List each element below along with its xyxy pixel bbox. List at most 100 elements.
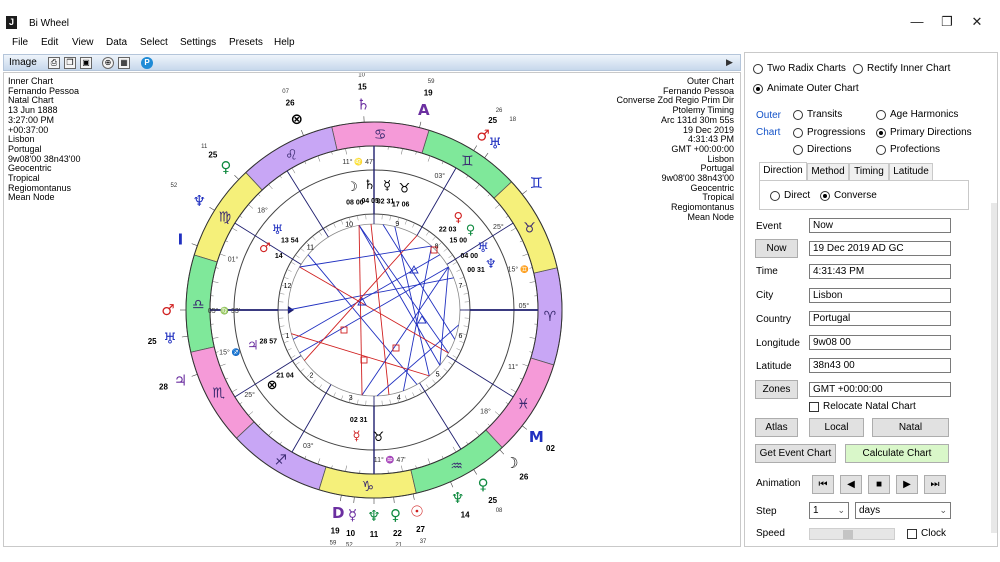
skip-back-button[interactable]: ⏮ xyxy=(812,475,834,494)
panel-scrollbar[interactable] xyxy=(991,203,997,533)
menu-data[interactable]: Data xyxy=(106,37,127,48)
time-field[interactable]: 4:31:43 PM xyxy=(809,264,951,279)
profections-radio[interactable]: Profections xyxy=(876,144,940,155)
degree-tick xyxy=(522,363,529,367)
clock-checkbox[interactable]: Clock xyxy=(907,528,946,539)
zodiac-sign-glyph: ♒ xyxy=(450,458,463,474)
zone-field[interactable]: GMT +00:00:00 xyxy=(809,382,951,397)
copy-icon[interactable]: ❐ xyxy=(64,57,76,69)
inner-planet-glyph: ♅ xyxy=(477,241,489,256)
outer-planet-degree: 19 xyxy=(331,527,340,536)
house-number: 7 xyxy=(459,283,463,290)
latitude-field[interactable]: 38n43 00 xyxy=(809,358,951,373)
menu-help[interactable]: Help xyxy=(274,37,295,48)
step-back-button[interactable]: ◀ xyxy=(840,475,862,494)
minimize-button[interactable]: — xyxy=(907,14,927,30)
two-radix-radio[interactable]: Two Radix Charts xyxy=(753,63,846,74)
menu-edit[interactable]: Edit xyxy=(41,37,58,48)
inner-planet-glyph: ♄ xyxy=(364,178,376,193)
close-button[interactable]: ✕ xyxy=(967,14,987,30)
bi-wheel-window: J Bi Wheel — ❐ ✕ File Edit View Data Sel… xyxy=(0,0,1000,562)
house-number: 9 xyxy=(395,221,399,228)
date-field[interactable]: 19 Dec 2019 AD GC xyxy=(809,241,951,256)
progressions-radio[interactable]: Progressions xyxy=(793,127,865,138)
now-button[interactable]: Now xyxy=(755,239,798,258)
tab-direction[interactable]: Direction xyxy=(759,162,807,180)
outer-planet-tick xyxy=(301,130,304,136)
menu-settings[interactable]: Settings xyxy=(180,37,216,48)
degree-tick xyxy=(441,455,444,459)
degree-tick xyxy=(475,430,480,436)
degree-tick xyxy=(212,281,219,283)
degree-tick xyxy=(522,253,529,257)
degree-tick xyxy=(519,240,523,243)
speed-slider-thumb[interactable] xyxy=(843,530,853,539)
primary-directions-radio[interactable]: Primary Directions xyxy=(876,127,972,138)
outer-planet-glyph: D xyxy=(332,504,344,522)
house-number: 3 xyxy=(349,395,353,402)
outer-planet-glyph: I xyxy=(178,231,184,249)
menu-view[interactable]: View xyxy=(72,37,94,48)
print-icon[interactable]: ⎙ xyxy=(48,57,60,69)
inner-planet-glyph: ♉ xyxy=(373,430,385,445)
get-event-chart-button[interactable]: Get Event Chart xyxy=(755,444,836,463)
natal-button[interactable]: Natal xyxy=(872,418,949,437)
outer-planet-minutes: 11 xyxy=(201,144,208,150)
outer-planet-minutes: 18 xyxy=(509,117,516,123)
converse-radio[interactable]: Converse xyxy=(820,190,877,201)
step-forward-button[interactable]: ▶ xyxy=(896,475,918,494)
event-field[interactable]: Now xyxy=(809,218,951,233)
outer-planet-tick xyxy=(353,496,355,503)
menu-file[interactable]: File xyxy=(12,37,28,48)
city-field[interactable]: Lisbon xyxy=(809,288,951,303)
calculate-chart-button[interactable]: Calculate Chart xyxy=(845,444,949,463)
menu-select[interactable]: Select xyxy=(140,37,168,48)
step-unit-select[interactable]: days ⌄ xyxy=(855,502,951,519)
degree-tick xyxy=(317,155,321,162)
age-harmonics-radio[interactable]: Age Harmonics xyxy=(876,109,958,120)
animate-outer-radio[interactable]: Animate Outer Chart xyxy=(753,83,859,94)
outer-planet-tick xyxy=(181,335,188,338)
event-label: Event xyxy=(756,221,782,232)
speed-slider[interactable] xyxy=(809,528,895,540)
rectify-inner-radio[interactable]: Rectify Inner Chart xyxy=(853,63,950,74)
save-icon[interactable]: ▣ xyxy=(80,57,92,69)
outer-planet-degree: 11 xyxy=(370,530,379,539)
tab-timing[interactable]: Timing xyxy=(849,163,889,180)
skip-forward-button[interactable]: ⏭ xyxy=(924,475,946,494)
grid-icon[interactable]: ▦ xyxy=(118,57,130,69)
degree-tick xyxy=(317,458,321,465)
tab-latitude[interactable]: Latitude xyxy=(889,163,933,180)
direct-radio[interactable]: Direct xyxy=(770,190,810,201)
atlas-button[interactable]: Atlas xyxy=(755,418,798,437)
longitude-field[interactable]: 9w08 00 xyxy=(809,335,951,350)
country-field[interactable]: Portugal xyxy=(809,311,951,326)
relocate-natal-checkbox[interactable]: Relocate Natal Chart xyxy=(809,401,916,412)
expand-arrow-icon[interactable]: ▶ xyxy=(726,57,733,68)
zones-button[interactable]: Zones xyxy=(755,380,798,399)
outer-planet-degree: 15 xyxy=(358,82,367,91)
tab-method[interactable]: Method xyxy=(807,163,849,180)
degree-tick xyxy=(452,446,457,453)
p-icon[interactable]: P xyxy=(141,57,153,69)
house-number: 11 xyxy=(307,244,314,251)
degree-tick xyxy=(529,337,536,339)
compass-icon[interactable]: ⊕ xyxy=(102,57,114,69)
step-select[interactable]: 1 ⌄ xyxy=(809,502,849,519)
degree-tick xyxy=(248,411,254,416)
outer-planet-tick xyxy=(473,469,478,475)
outer-planet-glyph: ⊗ xyxy=(291,110,304,128)
degree-tick xyxy=(304,455,307,459)
transits-radio[interactable]: Transits xyxy=(793,109,842,120)
degree-tick xyxy=(401,465,403,472)
local-button[interactable]: Local xyxy=(809,418,864,437)
restore-button[interactable]: ❐ xyxy=(937,14,957,30)
cusp-degree-label: 03° xyxy=(434,172,445,180)
image-menu-button[interactable]: Image xyxy=(9,57,37,68)
toolbar: Image ⎙ ❐ ▣ ⊕ ▦ P ▶ xyxy=(3,54,741,71)
outer-planet-glyph: ♂ xyxy=(161,301,174,319)
house-number: 12 xyxy=(284,283,292,290)
directions-radio[interactable]: Directions xyxy=(793,144,851,155)
stop-button[interactable]: ■ xyxy=(868,475,890,494)
menu-presets[interactable]: Presets xyxy=(229,37,263,48)
